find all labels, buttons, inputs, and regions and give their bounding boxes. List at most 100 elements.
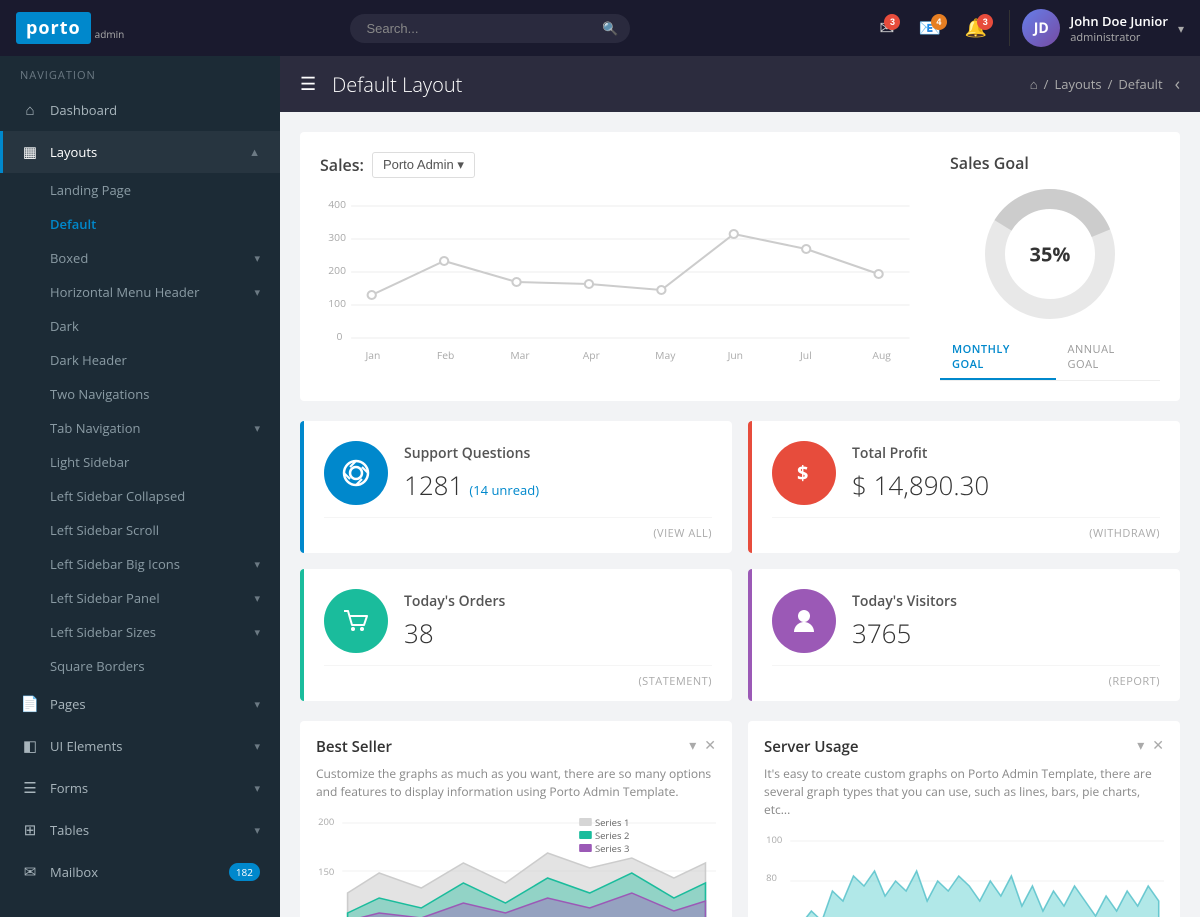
svg-text:0: 0 — [337, 329, 343, 343]
svg-text:100: 100 — [766, 833, 782, 846]
sidebar-sub-boxed[interactable]: Boxed ▾ — [0, 241, 280, 275]
page-title: Default Layout — [332, 71, 1030, 98]
svg-text:Mar: Mar — [510, 348, 529, 362]
sidebar-sub-landing-page[interactable]: Landing Page — [0, 173, 280, 207]
search-bar: 🔍 — [350, 14, 630, 43]
chevron-down-icon: ▾ — [254, 823, 260, 838]
chevron-icon: ▾ — [254, 557, 260, 572]
statement-link[interactable]: (STATEMENT) — [324, 665, 712, 689]
withdraw-link[interactable]: (WITHDRAW) — [772, 517, 1160, 541]
sidebar-item-forms[interactable]: ☰ Forms ▾ — [0, 767, 280, 809]
stat-value: 1281 — [404, 467, 463, 503]
forms-icon: ☰ — [20, 778, 40, 798]
sidebar-item-label: UI Elements — [50, 737, 254, 755]
sidebar-item-pages[interactable]: 📄 Pages ▾ — [0, 683, 280, 725]
goal-tabs: MONTHLY GOAL ANNUAL GOAL — [940, 336, 1160, 381]
sidebar-item-layouts[interactable]: ▦ Layouts ▲ — [0, 131, 280, 173]
stat-label: Support Questions — [404, 444, 712, 463]
orders-icon — [324, 589, 388, 653]
content-area: ☰ Default Layout ⌂ / Layouts / Default ‹… — [280, 56, 1200, 917]
email-button[interactable]: 📧 4 — [908, 12, 950, 45]
collapse-icon[interactable]: ‹ — [1175, 72, 1180, 96]
sales-dropdown[interactable]: Porto Admin ▾ — [372, 152, 475, 178]
server-usage-chart-wrap: 100 80 — [764, 831, 1164, 917]
sidebar-sub-big-icons[interactable]: Left Sidebar Big Icons ▾ — [0, 547, 280, 581]
monthly-goal-tab[interactable]: MONTHLY GOAL — [940, 336, 1056, 380]
sidebar-sub-panel[interactable]: Left Sidebar Panel ▾ — [0, 581, 280, 615]
stat-card-profit: $ Total Profit $ 14,890.30 (WITHDRAW) — [748, 421, 1180, 553]
stat-value: $ 14,890.30 — [852, 467, 1160, 503]
chevron-up-icon: ▲ — [249, 145, 260, 160]
svg-text:Series 2: Series 2 — [595, 829, 629, 842]
report-link[interactable]: (REPORT) — [772, 665, 1160, 689]
svg-text:Aug: Aug — [872, 348, 891, 362]
sidebar-sub-two-nav[interactable]: Two Navigations — [0, 377, 280, 411]
pages-icon: 📄 — [20, 694, 40, 714]
main-layout: Navigation ⌂ Dashboard ▦ Layouts ▲ Landi… — [0, 56, 1200, 917]
messages-badge: 3 — [884, 14, 900, 30]
sidebar-sub-light-sidebar[interactable]: Light Sidebar — [0, 445, 280, 479]
search-input[interactable] — [350, 14, 630, 43]
best-seller-desc: Customize the graphs as much as you want… — [316, 765, 716, 801]
notifications-badge: 3 — [977, 14, 993, 30]
server-usage-desc: It's easy to create custom graphs on Por… — [764, 765, 1164, 819]
user-name: John Doe Junior — [1070, 12, 1168, 30]
best-seller-chart-wrap: 200 150 — [316, 813, 716, 917]
svg-text:Jun: Jun — [727, 348, 743, 362]
close-button[interactable]: ✕ — [1152, 737, 1164, 754]
view-all-link[interactable]: (VIEW ALL) — [324, 517, 712, 541]
nav-label: Navigation — [0, 56, 280, 89]
svg-text:Feb: Feb — [437, 348, 454, 362]
svg-text:Jul: Jul — [799, 348, 812, 362]
stat-label: Today's Orders — [404, 592, 712, 611]
search-icon: 🔍 — [602, 19, 618, 37]
sales-svg: 400 300 200 100 0 — [320, 194, 920, 374]
breadcrumb: ⌂ / Layouts / Default — [1030, 75, 1163, 93]
annual-goal-tab[interactable]: ANNUAL GOAL — [1056, 336, 1160, 380]
sidebar-sub-default[interactable]: Default — [0, 207, 280, 241]
stat-value: 3765 — [852, 615, 1160, 651]
sidebar-sub-dark[interactable]: Dark — [0, 309, 280, 343]
home-icon: ⌂ — [1030, 75, 1038, 93]
stat-card-inner: Today's Visitors 3765 — [772, 589, 1160, 653]
sidebar-item-label: Pages — [50, 695, 254, 713]
stat-info: Today's Visitors 3765 — [852, 592, 1160, 651]
sidebar-sub-tab-nav[interactable]: Tab Navigation ▾ — [0, 411, 280, 445]
stat-value: 38 — [404, 615, 712, 651]
chart-right: Sales Goal 35% MONTHLY GOAL ANNUAL GOAL — [940, 152, 1160, 381]
sidebar-item-mailbox[interactable]: ✉ Mailbox 182 — [0, 851, 280, 893]
page-header: ☰ Default Layout ⌂ / Layouts / Default ‹ — [280, 56, 1200, 112]
sidebar-sub-sizes[interactable]: Left Sidebar Sizes ▾ — [0, 615, 280, 649]
sidebar-sub-horizontal-menu[interactable]: Horizontal Menu Header ▾ — [0, 275, 280, 309]
chevron-down-icon: ▾ — [254, 697, 260, 712]
sidebar-sub-dark-header[interactable]: Dark Header — [0, 343, 280, 377]
sidebar-sub-scroll[interactable]: Left Sidebar Scroll — [0, 513, 280, 547]
sidebar-item-label: Forms — [50, 779, 254, 797]
sidebar-item-dashboard[interactable]: ⌂ Dashboard — [0, 89, 280, 131]
close-button[interactable]: ✕ — [704, 737, 716, 754]
layouts-icon: ▦ — [20, 142, 40, 162]
stat-card-inner: Today's Orders 38 — [324, 589, 712, 653]
dashboard-icon: ⌂ — [20, 100, 40, 120]
svg-text:200: 200 — [328, 263, 346, 277]
mailbox-badge: 182 — [229, 863, 260, 881]
sidebar-sub-square[interactable]: Square Borders — [0, 649, 280, 683]
svg-text:Jan: Jan — [365, 348, 381, 362]
best-seller-card: Best Seller ▾ ✕ Customize the graphs as … — [300, 721, 732, 917]
chevron-icon: ▾ — [254, 421, 260, 436]
chevron-down-icon: ▾ — [254, 781, 260, 796]
minimize-button[interactable]: ▾ — [1137, 737, 1144, 754]
sidebar-item-tables[interactable]: ⊞ Tables ▾ — [0, 809, 280, 851]
server-usage-title: Server Usage — [764, 737, 1137, 757]
minimize-button[interactable]: ▾ — [689, 737, 696, 754]
messages-button[interactable]: ✉ 3 — [869, 12, 904, 45]
notifications-button[interactable]: 🔔 3 — [955, 12, 997, 45]
sidebar-sub-collapsed[interactable]: Left Sidebar Collapsed — [0, 479, 280, 513]
chevron-icon: ▾ — [254, 591, 260, 606]
tables-icon: ⊞ — [20, 820, 40, 840]
menu-toggle-button[interactable]: ☰ — [300, 74, 316, 95]
svg-text:Apr: Apr — [583, 348, 600, 362]
sidebar-item-ui-elements[interactable]: ◧ UI Elements ▾ — [0, 725, 280, 767]
breadcrumb-layouts[interactable]: Layouts — [1054, 75, 1101, 93]
user-area[interactable]: JD John Doe Junior administrator ▾ — [1022, 9, 1184, 47]
